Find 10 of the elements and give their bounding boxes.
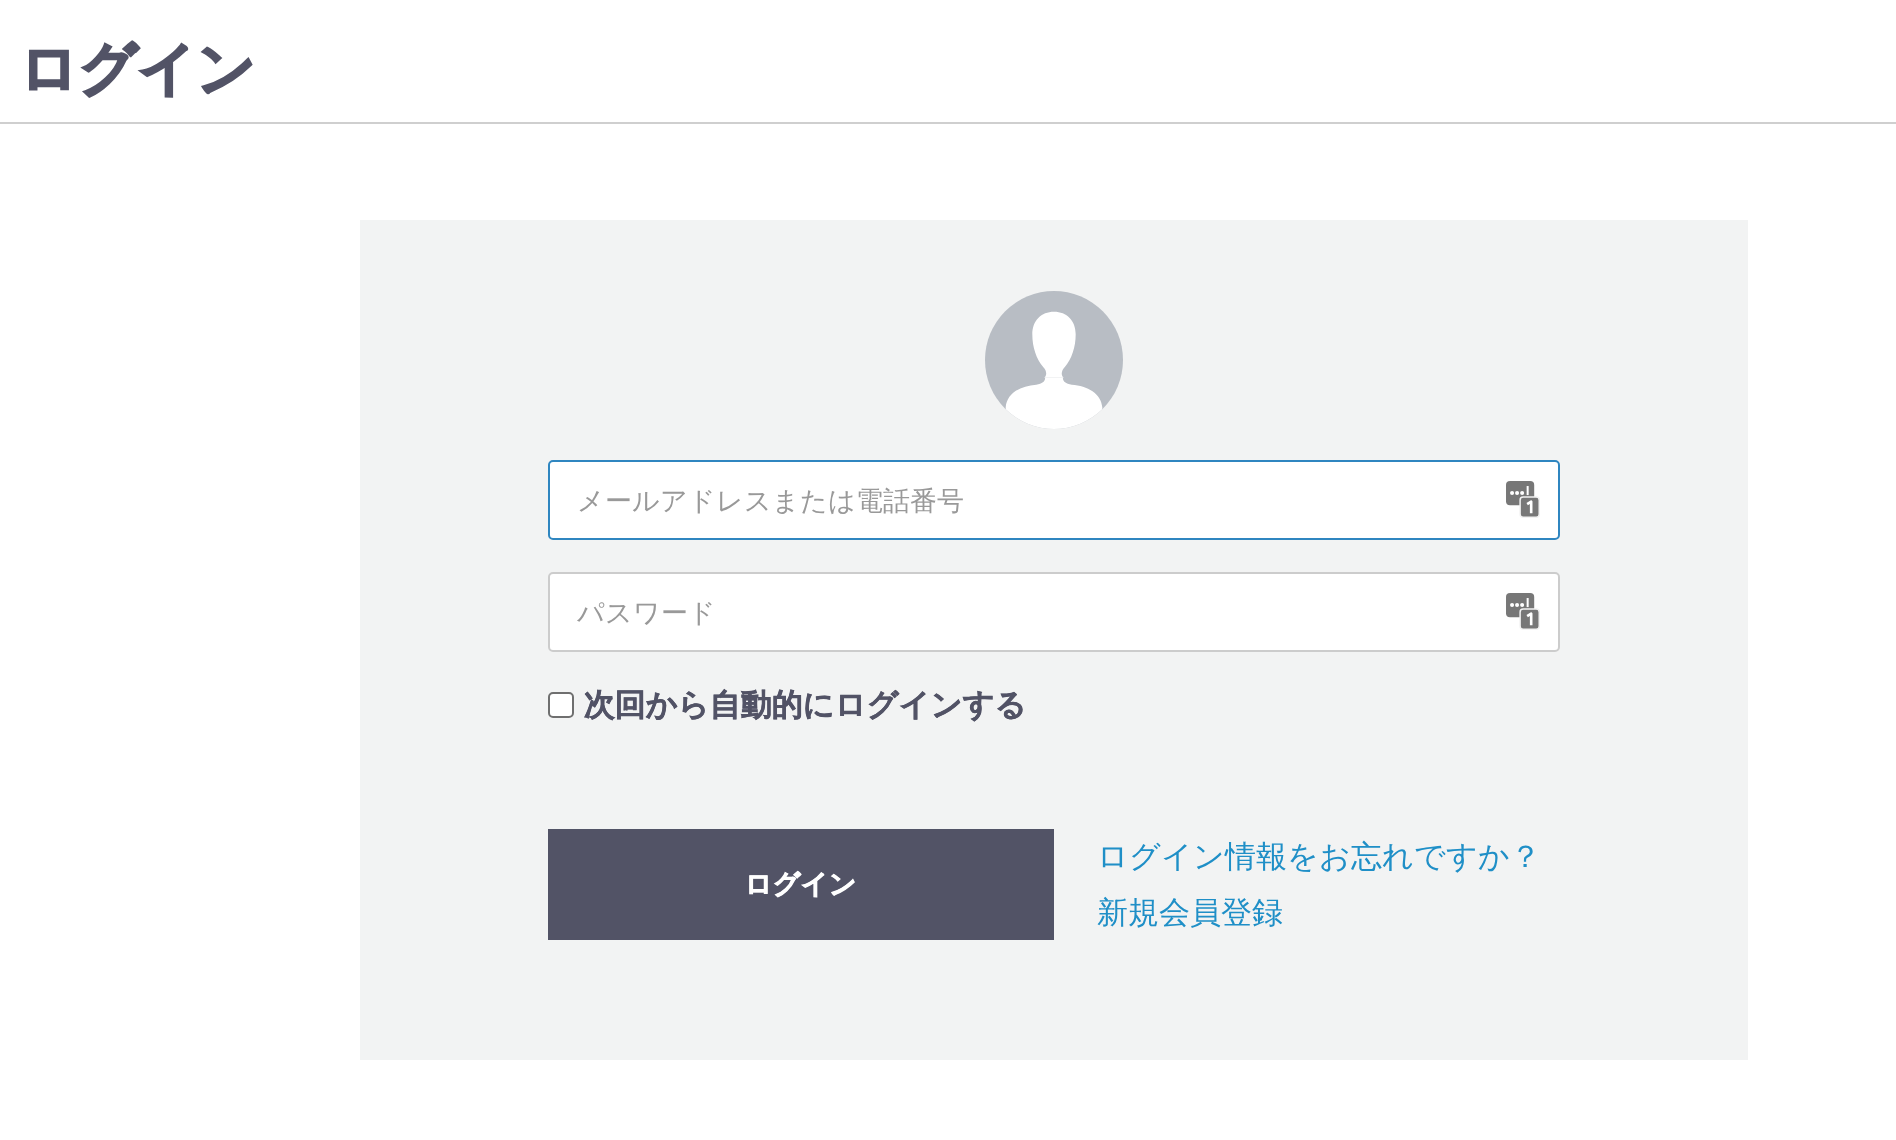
forgot-login-link[interactable]: ログイン情報をお忘れですか？ — [1097, 828, 1541, 885]
remember-checkbox[interactable] — [548, 691, 574, 718]
password-dots-icon[interactable] — [1506, 481, 1540, 518]
login-button[interactable]: ログイン — [548, 828, 1054, 940]
page-title: ログイン — [20, 34, 256, 104]
password-field[interactable]: パスワード — [548, 572, 1560, 652]
remember-me-label: 次回から自動的にログインする — [584, 686, 1027, 724]
email-field[interactable]: メールアドレスまたは電話番号 — [548, 460, 1560, 540]
password-dots-icon[interactable] — [1506, 593, 1540, 630]
register-link[interactable]: 新規会員登録 — [1097, 884, 1283, 941]
